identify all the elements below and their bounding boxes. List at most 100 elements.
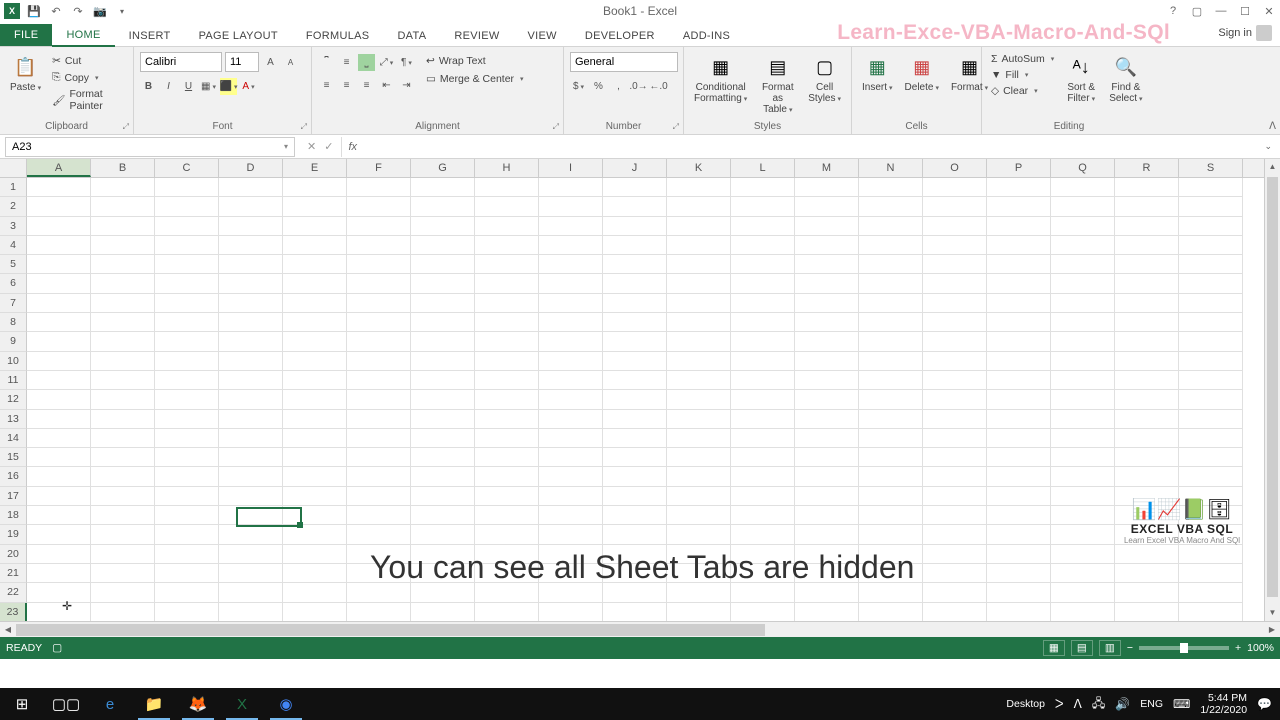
cell[interactable] bbox=[923, 197, 987, 216]
cell[interactable] bbox=[1115, 603, 1179, 621]
cell[interactable] bbox=[1179, 178, 1243, 197]
cell[interactable] bbox=[347, 487, 411, 506]
cell[interactable] bbox=[1051, 390, 1115, 409]
cell[interactable] bbox=[731, 583, 795, 602]
column-header[interactable]: I bbox=[539, 159, 603, 177]
cell[interactable] bbox=[1179, 390, 1243, 409]
cell[interactable] bbox=[923, 313, 987, 332]
cell[interactable] bbox=[91, 603, 155, 621]
cell[interactable] bbox=[91, 583, 155, 602]
cell[interactable] bbox=[27, 294, 91, 313]
cell[interactable] bbox=[923, 487, 987, 506]
cell[interactable] bbox=[667, 255, 731, 274]
cell[interactable] bbox=[539, 506, 603, 525]
cell[interactable] bbox=[667, 506, 731, 525]
fill-button[interactable]: ▼Fill bbox=[988, 68, 1057, 82]
edge-icon[interactable]: e bbox=[88, 688, 132, 720]
cell[interactable] bbox=[283, 506, 347, 525]
cell[interactable] bbox=[475, 506, 539, 525]
cell[interactable] bbox=[1179, 332, 1243, 351]
cell[interactable] bbox=[603, 313, 667, 332]
cell[interactable] bbox=[91, 255, 155, 274]
cell[interactable] bbox=[667, 603, 731, 621]
fill-color-button[interactable]: ⬛ bbox=[220, 78, 237, 95]
cell[interactable] bbox=[475, 467, 539, 486]
cell[interactable] bbox=[795, 467, 859, 486]
merge-center-button[interactable]: ▭Merge & Center bbox=[423, 72, 527, 86]
sign-in-link[interactable]: Sign in bbox=[1218, 25, 1272, 41]
cell[interactable] bbox=[923, 294, 987, 313]
orientation-icon[interactable]: ⤢ bbox=[378, 54, 395, 71]
cell[interactable] bbox=[91, 467, 155, 486]
help-icon[interactable]: ? bbox=[1162, 2, 1184, 20]
cell[interactable] bbox=[411, 332, 475, 351]
cell[interactable] bbox=[1179, 467, 1243, 486]
cell[interactable] bbox=[667, 274, 731, 293]
conditional-formatting-button[interactable]: ▦Conditional Formatting bbox=[690, 52, 751, 107]
cell[interactable] bbox=[347, 274, 411, 293]
cell[interactable] bbox=[667, 429, 731, 448]
cell[interactable] bbox=[603, 525, 667, 544]
cell[interactable] bbox=[155, 313, 219, 332]
copy-button[interactable]: ⎘Copy bbox=[49, 70, 127, 85]
cell[interactable] bbox=[219, 545, 283, 564]
cell[interactable] bbox=[475, 294, 539, 313]
cell[interactable] bbox=[155, 294, 219, 313]
cell[interactable] bbox=[219, 197, 283, 216]
cell[interactable] bbox=[1179, 313, 1243, 332]
cell[interactable] bbox=[219, 487, 283, 506]
cell[interactable] bbox=[987, 236, 1051, 255]
cell[interactable] bbox=[731, 294, 795, 313]
start-button[interactable]: ⊞ bbox=[0, 688, 44, 720]
cell[interactable] bbox=[603, 294, 667, 313]
cell[interactable] bbox=[155, 603, 219, 621]
cell[interactable] bbox=[411, 448, 475, 467]
cell[interactable] bbox=[731, 352, 795, 371]
cell[interactable] bbox=[603, 390, 667, 409]
vertical-scrollbar[interactable]: ▲ ▼ bbox=[1264, 159, 1280, 621]
row-header[interactable]: 11 bbox=[0, 371, 27, 390]
cell[interactable] bbox=[347, 390, 411, 409]
cell[interactable] bbox=[603, 371, 667, 390]
cell[interactable] bbox=[1115, 332, 1179, 351]
tab-formulas[interactable]: FORMULAS bbox=[292, 25, 384, 46]
cell[interactable] bbox=[1051, 506, 1115, 525]
cell[interactable] bbox=[923, 217, 987, 236]
cell[interactable] bbox=[923, 352, 987, 371]
cell[interactable] bbox=[347, 178, 411, 197]
cell[interactable] bbox=[91, 545, 155, 564]
tray-up-icon[interactable]: ᐱ bbox=[1074, 697, 1082, 711]
cell[interactable] bbox=[1179, 236, 1243, 255]
cell[interactable] bbox=[859, 255, 923, 274]
row-header[interactable]: 14 bbox=[0, 429, 27, 448]
cell[interactable] bbox=[987, 178, 1051, 197]
cell[interactable] bbox=[1179, 371, 1243, 390]
page-break-view-icon[interactable]: ▥ bbox=[1099, 640, 1121, 656]
cell[interactable] bbox=[155, 236, 219, 255]
cell[interactable] bbox=[1115, 429, 1179, 448]
excel-taskbar-icon[interactable]: X bbox=[220, 688, 264, 720]
cell[interactable] bbox=[283, 487, 347, 506]
cell[interactable] bbox=[475, 583, 539, 602]
cell[interactable] bbox=[539, 448, 603, 467]
cell[interactable] bbox=[475, 371, 539, 390]
cell[interactable] bbox=[795, 352, 859, 371]
cell[interactable] bbox=[411, 390, 475, 409]
sort-filter-button[interactable]: ᴬ↓Sort & Filter bbox=[1063, 52, 1099, 107]
cell[interactable] bbox=[155, 390, 219, 409]
horizontal-scrollbar[interactable] bbox=[16, 624, 1264, 636]
cell[interactable] bbox=[1051, 236, 1115, 255]
cell[interactable] bbox=[923, 371, 987, 390]
cell[interactable] bbox=[27, 371, 91, 390]
cell[interactable] bbox=[1179, 217, 1243, 236]
cell[interactable] bbox=[539, 274, 603, 293]
cell[interactable] bbox=[1115, 390, 1179, 409]
cell[interactable] bbox=[283, 467, 347, 486]
column-header[interactable]: D bbox=[219, 159, 283, 177]
cell[interactable] bbox=[155, 352, 219, 371]
cut-button[interactable]: ✂Cut bbox=[49, 54, 127, 68]
cell[interactable] bbox=[1179, 603, 1243, 621]
font-launcher-icon[interactable]: ⤢ bbox=[301, 122, 307, 132]
row-header[interactable]: 10 bbox=[0, 352, 27, 371]
cell[interactable] bbox=[795, 294, 859, 313]
